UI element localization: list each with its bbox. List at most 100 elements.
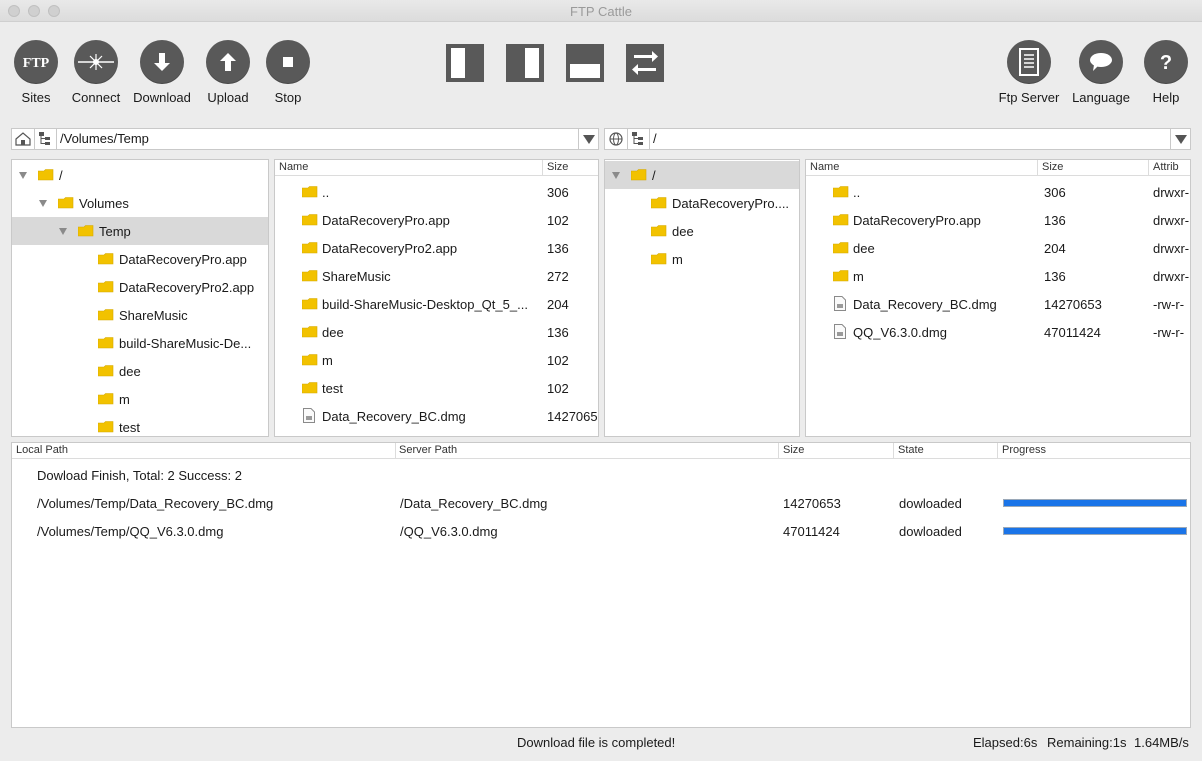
file-row[interactable]: DataRecoveryPro.app 136 drwxr- [806, 206, 1190, 234]
file-row[interactable]: Data_Recovery_BC.dmg 1427065 [275, 402, 598, 430]
ftp-server-label: Ftp Server [998, 90, 1060, 105]
file-attrib: drwxr- [1153, 269, 1190, 284]
column-header-attrib[interactable]: Attrib [1153, 161, 1179, 173]
file-row[interactable]: test 102 [275, 374, 598, 402]
tree-item-label: build-ShareMusic-De... [119, 336, 252, 351]
file-row[interactable]: build-ShareMusic-Desktop_Qt_5_... 204 [275, 290, 598, 318]
tree-item[interactable]: m [605, 245, 799, 273]
file-size: 136 [547, 241, 569, 256]
folder-icon [38, 169, 54, 181]
globe-icon[interactable] [607, 131, 625, 147]
file-name: m [322, 353, 333, 368]
folder-icon [98, 337, 114, 349]
file-row[interactable]: m 136 drwxr- [806, 262, 1190, 290]
tree-item[interactable]: Volumes [12, 189, 268, 217]
file-row[interactable]: dee 136 [275, 318, 598, 346]
tree-item-selected[interactable]: Temp [12, 217, 268, 245]
local-path-dropdown[interactable] [578, 129, 598, 149]
tree-item[interactable]: ShareMusic [12, 301, 268, 329]
tree-item[interactable]: DataRecoveryPro.app [12, 245, 268, 273]
home-icon[interactable] [14, 131, 32, 147]
folder-icon [833, 242, 849, 254]
remote-path-input[interactable]: / [653, 131, 657, 146]
column-header-server-path[interactable]: Server Path [399, 444, 457, 456]
folder-icon [78, 225, 94, 237]
local-path-bar: /Volumes/Temp [11, 128, 599, 150]
file-name: QQ_V6.3.0.dmg [853, 325, 947, 340]
transfer-row[interactable]: /Volumes/Temp/Data_Recovery_BC.dmg /Data… [12, 489, 1190, 517]
file-icon [834, 296, 846, 311]
folder-icon [302, 354, 318, 366]
folder-icon [98, 421, 114, 433]
swap-icon[interactable] [626, 44, 664, 82]
tree-item-label: DataRecoveryPro2.app [119, 280, 255, 295]
status-speed: 1.64MB/s [1134, 735, 1189, 750]
tree-item[interactable]: m [12, 385, 268, 413]
column-header-size[interactable]: Size [547, 161, 568, 173]
transfer-summary-row[interactable]: Dowload Finish, Total: 2 Success: 2 [12, 461, 1190, 489]
column-header-name[interactable]: Name [279, 161, 308, 173]
stop-button[interactable]: Stop [248, 40, 328, 105]
column-header-size[interactable]: Size [783, 444, 804, 456]
column-header-name[interactable]: Name [810, 161, 839, 173]
file-size: 306 [547, 185, 569, 200]
transfer-row[interactable]: /Volumes/Temp/QQ_V6.3.0.dmg /QQ_V6.3.0.d… [12, 517, 1190, 545]
layout-right-icon[interactable] [506, 44, 544, 82]
file-attrib: drwxr- [1153, 213, 1190, 228]
tree-icon[interactable] [629, 131, 647, 147]
column-header-local-path[interactable]: Local Path [16, 444, 68, 456]
file-name: build-ShareMusic-Desktop_Qt_5_... [322, 297, 528, 312]
local-path-input[interactable]: /Volumes/Temp [60, 131, 149, 146]
layout-left-icon[interactable] [446, 44, 484, 82]
file-size: 306 [1044, 185, 1066, 200]
file-row[interactable]: DataRecoveryPro2.app 136 [275, 234, 598, 262]
column-header-size[interactable]: Size [1042, 161, 1063, 173]
local-tree-pane: / Volumes Temp DataRecoveryPro.app DataR… [11, 159, 269, 437]
tree-item[interactable]: / [12, 161, 268, 189]
file-row[interactable]: DataRecoveryPro.app 102 [275, 206, 598, 234]
folder-icon [302, 186, 318, 198]
tree-icon[interactable] [36, 131, 54, 147]
file-row[interactable]: m 102 [275, 346, 598, 374]
file-row[interactable]: .. 306 [275, 178, 598, 206]
folder-icon [651, 225, 667, 237]
file-size: 102 [547, 213, 569, 228]
ftp-server-icon [1007, 40, 1051, 84]
file-size: 47011424 [1044, 325, 1101, 340]
folder-icon [98, 281, 114, 293]
transfer-state: dowloaded [899, 496, 962, 511]
ftp-icon-text: FTP [23, 56, 50, 71]
transfer-size: 47011424 [783, 524, 840, 539]
file-name: Data_Recovery_BC.dmg [322, 409, 466, 424]
file-row[interactable]: ShareMusic 272 [275, 262, 598, 290]
tree-item[interactable]: build-ShareMusic-De... [12, 329, 268, 357]
tree-item[interactable]: dee [12, 357, 268, 385]
folder-icon [651, 253, 667, 265]
remote-path-dropdown[interactable] [1170, 129, 1190, 149]
file-size: 102 [547, 381, 569, 396]
tree-item[interactable]: DataRecoveryPro.... [605, 189, 799, 217]
tree-item[interactable]: DataRecoveryPro2.app [12, 273, 268, 301]
transfer-summary: Dowload Finish, Total: 2 Success: 2 [37, 468, 242, 483]
tree-item[interactable]: test [12, 413, 268, 436]
tree-item-selected[interactable]: / [605, 161, 799, 189]
ftp-server-button[interactable]: Ftp Server [989, 40, 1069, 105]
file-attrib: drwxr- [1153, 185, 1190, 200]
column-header-progress[interactable]: Progress [1002, 444, 1046, 456]
tree-item-label: dee [119, 364, 141, 379]
file-name: m [853, 269, 864, 284]
file-name: dee [853, 241, 875, 256]
transfer-local-path: /Volumes/Temp/Data_Recovery_BC.dmg [37, 496, 274, 511]
layout-bottom-icon[interactable] [566, 44, 604, 82]
ftp-icon: FTP [14, 40, 58, 84]
file-row[interactable]: Data_Recovery_BC.dmg 14270653 -rw-r- [806, 290, 1190, 318]
file-row[interactable]: QQ_V6.3.0.dmg 47011424 -rw-r- [806, 318, 1190, 346]
column-header-state[interactable]: State [898, 444, 924, 456]
tree-item[interactable]: dee [605, 217, 799, 245]
file-size: 14270653 [1044, 297, 1102, 312]
chevron-down-icon [59, 228, 67, 235]
svg-text:?: ? [1160, 52, 1172, 74]
file-row[interactable]: dee 204 drwxr- [806, 234, 1190, 262]
file-row[interactable]: .. 306 drwxr- [806, 178, 1190, 206]
help-button[interactable]: ? Help [1126, 40, 1202, 105]
